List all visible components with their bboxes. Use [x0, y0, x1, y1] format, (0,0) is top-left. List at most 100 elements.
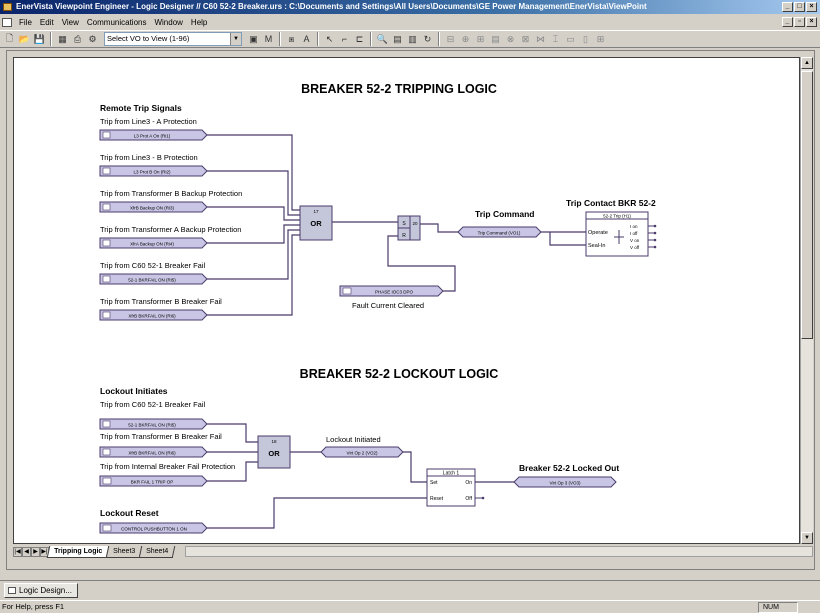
pointer-icon[interactable]: ↖ — [323, 33, 336, 46]
run-icon[interactable]: ▥ — [406, 33, 419, 46]
doc-close-button[interactable]: × — [806, 17, 817, 27]
tab-tripping-logic[interactable]: Tripping Logic — [46, 545, 110, 558]
latch-1[interactable]: Latch 1 Set Reset On Off — [426, 468, 485, 507]
contact-outputs — [648, 225, 654, 248]
settings-icon[interactable]: ⚙ — [86, 33, 99, 46]
scroll-thumb[interactable] — [801, 71, 813, 339]
prev-sheet-icon[interactable]: ◀ — [22, 546, 31, 557]
wire — [420, 223, 458, 233]
menu-file[interactable]: File — [15, 18, 36, 27]
text-tool-icon[interactable]: A — [300, 33, 313, 46]
gate-label: OR — [268, 449, 280, 458]
or-gate-18[interactable]: 18 OR — [257, 435, 291, 469]
properties-icon[interactable]: ▯ — [579, 33, 592, 46]
chevron-down-icon[interactable]: ▼ — [230, 33, 241, 45]
lockout-input-3[interactable]: Trip from Internal Breaker Fail Protecti… — [99, 462, 235, 487]
menu-edit[interactable]: Edit — [36, 18, 58, 27]
group-icon[interactable]: ⊗ — [504, 33, 517, 46]
vertical-scrollbar[interactable]: ▲ ▼ — [800, 57, 813, 544]
scroll-down-icon[interactable]: ▼ — [801, 532, 813, 544]
bus-tool-icon[interactable]: ⊏ — [353, 33, 366, 46]
lockout-reset-input[interactable]: CONTROL PUSHBUTTON 1 ON — [99, 522, 208, 534]
logic-design-tab[interactable]: Logic Design... — [4, 583, 78, 598]
tab-label: Sheet3 — [113, 547, 136, 555]
menu-window[interactable]: Window — [150, 18, 186, 27]
calendar-icon[interactable]: ▦ — [56, 33, 69, 46]
minimize-button[interactable]: _ — [782, 2, 793, 12]
distribute-icon[interactable]: ▤ — [489, 33, 502, 46]
flip-v-icon[interactable]: ⌶ — [549, 33, 562, 46]
doc-minimize-button[interactable]: _ — [782, 17, 793, 27]
zoom-icon[interactable]: 🔍 — [376, 33, 389, 46]
new-file-icon[interactable]: 🗋 — [3, 33, 16, 46]
vo-select-value: Select VO to View (1-96) — [107, 34, 190, 43]
document-icon[interactable] — [2, 17, 12, 27]
lockout-input-2[interactable]: Trip from Transformer B Breaker Fail Xfr… — [99, 432, 222, 458]
macro-icon[interactable]: M — [262, 33, 275, 46]
element-icon — [102, 477, 112, 485]
operand-text: 52-1 BKRFAIL ON (Ri5) — [128, 423, 176, 428]
tab-sheet3[interactable]: Sheet3 — [105, 545, 143, 558]
wire-tool-icon[interactable]: ⌐ — [338, 33, 351, 46]
open-folder-icon[interactable]: 📂 — [18, 33, 31, 46]
trip-input-3[interactable]: Trip from Transformer B Backup Protectio… — [99, 189, 242, 213]
sr-latch-20[interactable]: S R 20 — [397, 215, 421, 241]
logic-diagram[interactable]: BREAKER 52-2 TRIPPING LOGIC Remote Trip … — [14, 58, 800, 544]
trip-input-4[interactable]: Trip from Transformer A Backup Protectio… — [99, 225, 241, 249]
remote-input-icon — [102, 275, 111, 283]
or-gate-17[interactable]: 17 OR — [299, 205, 333, 241]
logic-canvas[interactable]: BREAKER 52-2 TRIPPING LOGIC Remote Trip … — [13, 57, 800, 544]
reset-pin: R — [402, 233, 406, 239]
menu-help[interactable]: Help — [187, 18, 211, 27]
doc-restore-button[interactable]: ▫ — [794, 17, 805, 27]
operand-text: Virt Op 2 (VO2) — [347, 451, 378, 456]
horizontal-scrollbar[interactable] — [184, 546, 813, 557]
trip-contact-title: Trip Contact BKR 52-2 — [566, 198, 656, 208]
trip-input-2[interactable]: Trip from Line3 - B Protection L3 Prot B… — [99, 153, 208, 177]
table-icon[interactable]: ▭ — [564, 33, 577, 46]
scroll-up-icon[interactable]: ▲ — [801, 57, 813, 69]
locked-out-output[interactable]: Virt Op 3 (VO3) — [513, 476, 617, 488]
align-right-icon[interactable]: ⊞ — [474, 33, 487, 46]
trip-contact-block[interactable]: 52-2 Trip (H1) Operate Seal-In I on I of… — [585, 211, 657, 257]
lockout-initiated-output[interactable]: Virt Op 2 (VO2) — [320, 446, 404, 458]
ungroup-icon[interactable]: ⊠ — [519, 33, 532, 46]
grid-icon[interactable]: ▣ — [247, 33, 260, 46]
menu-communications[interactable]: Communications — [83, 18, 151, 27]
gate-number: 17 — [313, 209, 319, 214]
menu-view[interactable]: View — [58, 18, 83, 27]
operand-text: PHASE IOC3 DPO — [375, 290, 414, 295]
operand-text: XfrB Backup ON (Ri3) — [130, 206, 175, 211]
operand-text: L3 Prot A On (Ri1) — [134, 134, 171, 139]
align-center-icon[interactable]: ⊕ — [459, 33, 472, 46]
close-button[interactable]: × — [806, 2, 817, 12]
fault-cleared-input[interactable]: PHASE IOC3 DPO — [339, 285, 444, 297]
trip-input-6[interactable]: Trip from Transformer B Breaker Fail Xfr… — [99, 297, 222, 321]
align-left-icon[interactable]: ⊟ — [444, 33, 457, 46]
trip-input-5[interactable]: Trip from C60 52-1 Breaker Fail 52-1 BKR… — [99, 261, 208, 285]
state-v-off: V off — [630, 245, 640, 250]
layout-icon[interactable]: ⊞ — [594, 33, 607, 46]
maximize-button[interactable]: □ — [794, 2, 805, 12]
flip-h-icon[interactable]: ⋈ — [534, 33, 547, 46]
vo-select-dropdown[interactable]: Select VO to View (1-96) ▼ — [104, 32, 242, 46]
lockout-input-1[interactable]: Trip from C60 52-1 Breaker Fail 52-1 BKR… — [99, 400, 208, 430]
operate-pin: Operate — [588, 230, 608, 236]
trip-input-1[interactable]: Trip from Line3 - A Protection L3 Prot A… — [99, 117, 208, 141]
refresh-icon[interactable]: ↻ — [421, 33, 434, 46]
compile-icon[interactable]: ▤ — [391, 33, 404, 46]
tab-sheet4[interactable]: Sheet4 — [139, 545, 176, 558]
snap-icon[interactable]: ⧆ — [285, 33, 298, 46]
next-sheet-icon[interactable]: ▶ — [31, 546, 40, 557]
save-icon[interactable]: 💾 — [33, 33, 46, 46]
wire — [207, 229, 300, 280]
title-bar: EnerVista Viewpoint Engineer - Logic Des… — [0, 0, 820, 14]
pushbutton-icon — [102, 524, 112, 532]
latch-set-pin: Set — [430, 480, 438, 486]
first-sheet-icon[interactable]: |◀ — [13, 546, 22, 557]
operand-text: BKR FAIL 1 TRIP OP — [131, 480, 173, 485]
gate-label: OR — [310, 219, 322, 228]
print-icon[interactable]: ⎙ — [71, 33, 84, 46]
state-i-off: I off — [630, 231, 638, 236]
trip-command-output[interactable]: Trip Command (VO1) — [457, 226, 542, 238]
